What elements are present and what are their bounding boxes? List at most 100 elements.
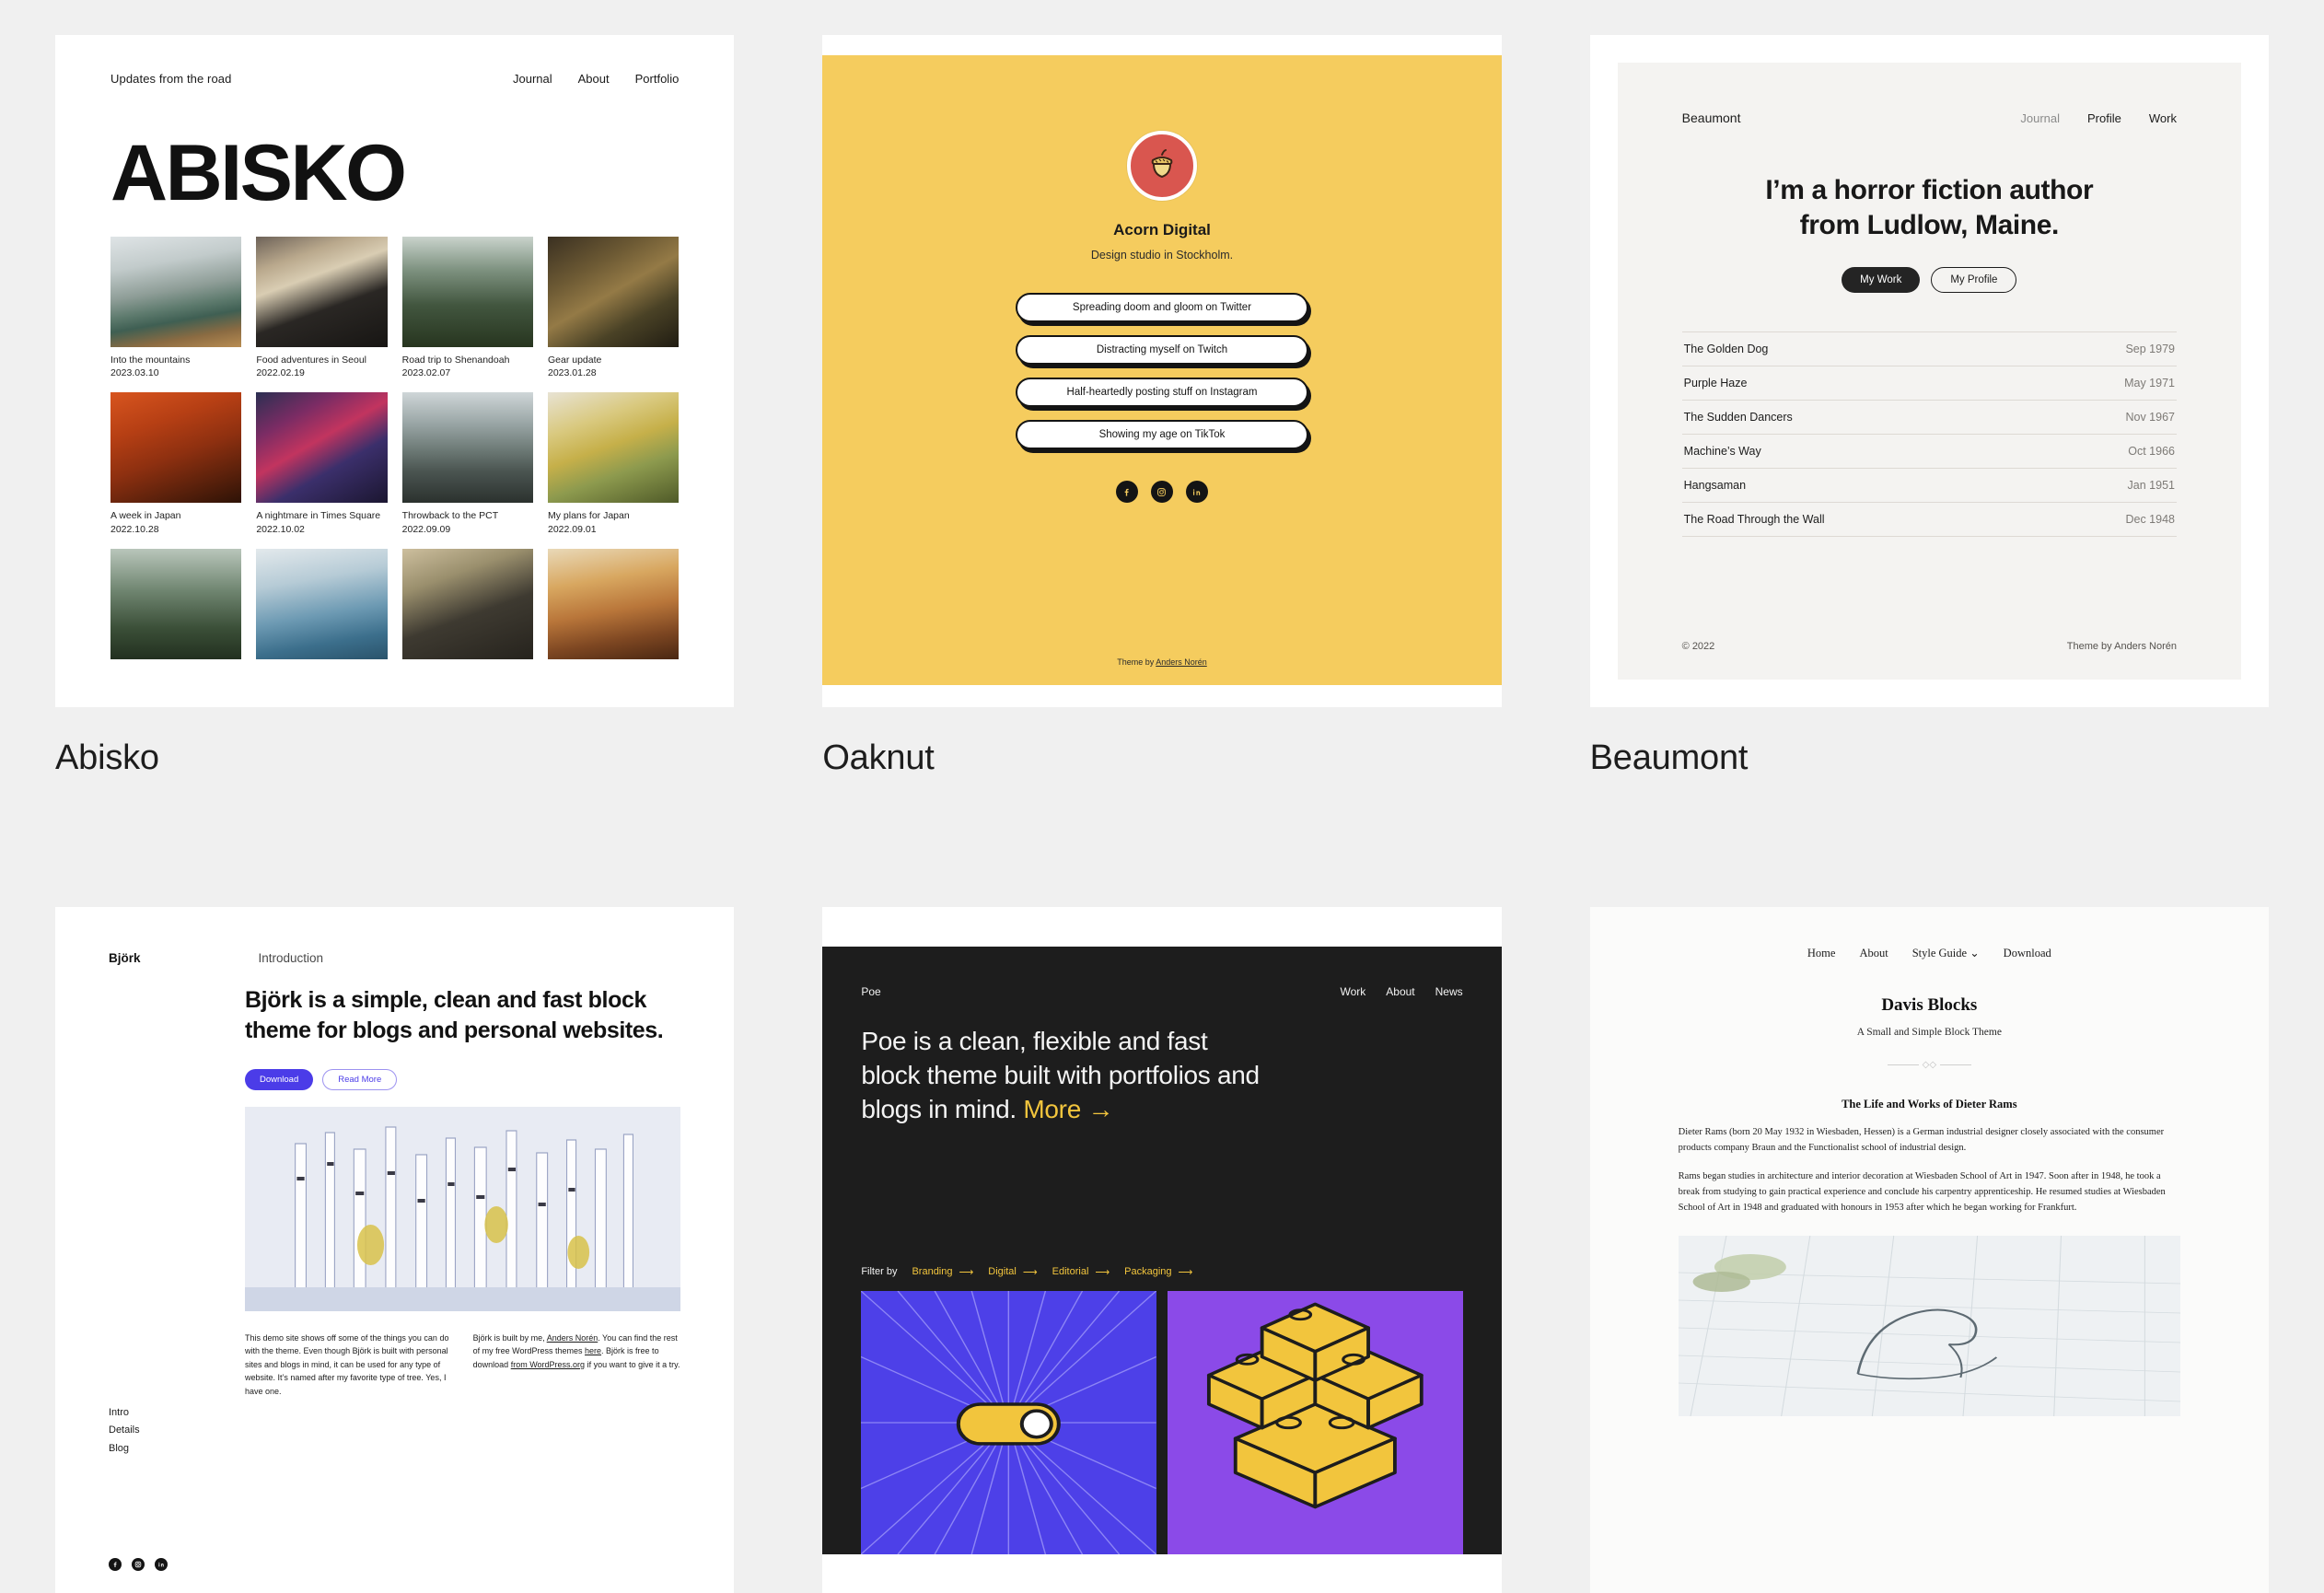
- list-item[interactable]: [547, 548, 680, 659]
- headline-line-2: from Ludlow, Maine.: [1799, 209, 2060, 240]
- table-row[interactable]: Purple Haze May 1971: [1681, 365, 2177, 400]
- table-row[interactable]: Hangsaman Jan 1951: [1681, 467, 2177, 502]
- nav-item-work[interactable]: Work: [1341, 985, 1366, 998]
- poe-nav[interactable]: Work About News: [1341, 985, 1463, 998]
- bjork-side-nav[interactable]: Intro Details Blog: [109, 1404, 140, 1458]
- list-item[interactable]: A week in Japan 2022.10.28: [110, 392, 242, 535]
- filter-branding[interactable]: Branding ⟶: [912, 1266, 973, 1278]
- nav-item-portfolio[interactable]: Portfolio: [635, 72, 680, 86]
- post-caption: Into the mountains: [110, 355, 191, 366]
- here-link[interactable]: here: [585, 1346, 601, 1355]
- sidebar-item-details[interactable]: Details: [109, 1422, 140, 1439]
- link-button-instagram[interactable]: Half-heartedly posting stuff on Instagra…: [1015, 378, 1308, 407]
- post-date: 2023.03.10: [110, 367, 159, 379]
- post-caption: Food adventures in Seoul: [256, 355, 366, 366]
- nav-item-about[interactable]: About: [1386, 985, 1414, 998]
- nav-item-download[interactable]: Download: [2004, 947, 2051, 960]
- theme-card-davis[interactable]: Home About Style Guide ⌄ Download Davis …: [1589, 907, 2269, 1593]
- nav-item-profile[interactable]: Profile: [2087, 111, 2121, 125]
- post-date: 2022.09.09: [401, 523, 451, 535]
- list-item[interactable]: Road trip to Shenandoah 2023.02.07: [401, 237, 533, 379]
- nav-item-style-guide[interactable]: Style Guide ⌄: [1912, 946, 1980, 960]
- post-caption: Throwback to the PCT: [401, 510, 499, 522]
- nav-item-journal[interactable]: Journal: [513, 72, 552, 86]
- footer-author-link[interactable]: Anders Norén: [1156, 657, 1207, 667]
- filter-digital[interactable]: Digital ⟶: [988, 1266, 1037, 1278]
- davis-preview[interactable]: Home About Style Guide ⌄ Download Davis …: [1589, 907, 2269, 1593]
- facebook-icon[interactable]: [1115, 481, 1138, 503]
- instagram-icon[interactable]: [1150, 481, 1173, 503]
- list-item[interactable]: [401, 548, 533, 659]
- theme-card-bjork[interactable]: Björk Introduction Björk is a simple, cl…: [55, 907, 735, 1593]
- sidebar-item-blog[interactable]: Blog: [109, 1440, 140, 1458]
- link-button-tiktok[interactable]: Showing my age on TikTok: [1015, 420, 1308, 449]
- page-title: Poe is a clean, flexible and fast block …: [861, 1024, 1266, 1127]
- facebook-icon[interactable]: [109, 1558, 122, 1571]
- list-item[interactable]: [256, 548, 388, 659]
- beaumont-nav[interactable]: Journal Profile Work: [2020, 111, 2177, 125]
- download-button[interactable]: Download: [245, 1068, 314, 1090]
- beaumont-preview[interactable]: Beaumont Journal Profile Work I’m a horr…: [1589, 35, 2269, 707]
- page-title: Björk is a simple, clean and fast block …: [245, 987, 664, 1044]
- poe-preview[interactable]: Poe Work About News Poe is a clean, flex…: [822, 907, 1502, 1593]
- list-item[interactable]: Throwback to the PCT 2022.09.09: [401, 392, 533, 535]
- filter-packaging[interactable]: Packaging ⟶: [1124, 1266, 1192, 1278]
- theme-label-abisko: Abisko: [55, 738, 159, 777]
- portfolio-item-burst[interactable]: [861, 1290, 1156, 1554]
- theme-card-beaumont[interactable]: Beaumont Journal Profile Work I’m a horr…: [1589, 35, 2269, 778]
- post-thumbnail: [256, 392, 388, 504]
- oaknut-footer-credit: Theme by Anders Norén: [1117, 657, 1207, 667]
- theme-card-abisko[interactable]: Updates from the road Journal About Port…: [55, 35, 735, 778]
- list-item[interactable]: Food adventures in Seoul 2022.02.19: [256, 237, 388, 379]
- abisko-preview[interactable]: Updates from the road Journal About Port…: [55, 35, 735, 707]
- nav-item-home[interactable]: Home: [1807, 947, 1836, 960]
- davis-nav[interactable]: Home About Style Guide ⌄ Download: [1807, 946, 2051, 960]
- table-row[interactable]: The Golden Dog Sep 1979: [1681, 331, 2177, 366]
- theme-card-poe[interactable]: Poe Work About News Poe is a clean, flex…: [822, 907, 1502, 1593]
- list-item[interactable]: My plans for Japan 2022.09.01: [547, 392, 680, 535]
- filter-editorial[interactable]: Editorial ⟶: [1052, 1266, 1110, 1278]
- link-button-twitter[interactable]: Spreading doom and gloom on Twitter: [1015, 293, 1308, 322]
- theme-label-beaumont: Beaumont: [1589, 738, 1749, 777]
- nav-item-news[interactable]: News: [1435, 985, 1463, 998]
- my-profile-button[interactable]: My Profile: [1931, 266, 2017, 293]
- bjork-preview[interactable]: Björk Introduction Björk is a simple, cl…: [55, 907, 735, 1593]
- abisko-site-tagline: Updates from the road: [110, 72, 232, 86]
- list-item[interactable]: Into the mountains 2023.03.10: [110, 237, 242, 379]
- linkedin-icon[interactable]: [155, 1558, 168, 1571]
- link-button-twitch[interactable]: Distracting myself on Twitch: [1015, 335, 1308, 365]
- list-item[interactable]: Gear update 2023.01.28: [547, 237, 680, 379]
- read-more-button[interactable]: Read More: [322, 1068, 398, 1090]
- article-paragraph-1: Dieter Rams (born 20 May 1932 in Wiesbad…: [1678, 1127, 2165, 1153]
- theme-card-oaknut[interactable]: Acorn Digital Design studio in Stockholm…: [822, 35, 1502, 778]
- oaknut-tagline: Design studio in Stockholm.: [1090, 249, 1234, 262]
- acorn-logo-icon: [1126, 131, 1197, 201]
- list-item[interactable]: A nightmare in Times Square 2022.10.02: [256, 392, 388, 535]
- oaknut-social-row: [1115, 481, 1208, 503]
- sidebar-item-intro[interactable]: Intro: [109, 1404, 140, 1422]
- nav-item-journal[interactable]: Journal: [2020, 111, 2060, 125]
- list-item[interactable]: [110, 548, 242, 659]
- post-date: 2023.01.28: [547, 367, 597, 379]
- wordpress-org-link[interactable]: from WordPress.org: [511, 1360, 585, 1369]
- table-row[interactable]: Machine’s Way Oct 1966: [1681, 433, 2177, 468]
- table-row[interactable]: The Road Through the Wall Dec 1948: [1681, 501, 2177, 537]
- bjork-section-label: Introduction: [258, 951, 324, 965]
- nav-item-about[interactable]: About: [578, 72, 610, 86]
- oaknut-preview[interactable]: Acorn Digital Design studio in Stockholm…: [822, 35, 1502, 707]
- beaumont-book-list: The Golden Dog Sep 1979 Purple Haze May …: [1681, 331, 2177, 537]
- abisko-nav[interactable]: Journal About Portfolio: [513, 72, 679, 86]
- nav-item-work[interactable]: Work: [2149, 111, 2177, 125]
- anders-noren-link[interactable]: Anders Norén: [547, 1333, 598, 1343]
- nav-item-about[interactable]: About: [1859, 947, 1888, 960]
- linkedin-icon[interactable]: [1185, 481, 1208, 503]
- portfolio-item-blocks[interactable]: [1167, 1290, 1463, 1554]
- post-thumbnail: [110, 392, 242, 504]
- post-date: 2022.10.02: [256, 523, 305, 535]
- my-work-button[interactable]: My Work: [1842, 266, 1921, 293]
- bjork-column-1: This demo site shows off some of the thi…: [245, 1332, 449, 1396]
- post-caption: Gear update: [547, 355, 602, 366]
- more-link[interactable]: More →: [1023, 1095, 1113, 1123]
- instagram-icon[interactable]: [132, 1558, 145, 1571]
- table-row[interactable]: The Sudden Dancers Nov 1967: [1681, 399, 2177, 434]
